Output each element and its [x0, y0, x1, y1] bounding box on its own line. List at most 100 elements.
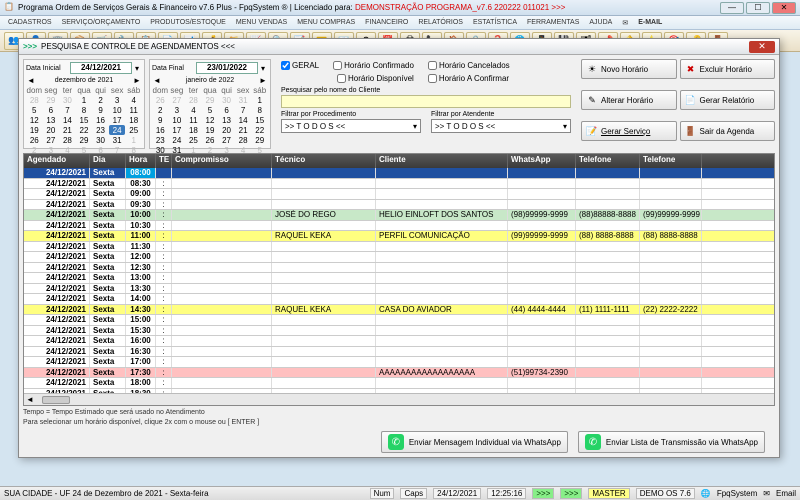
menu-vendas[interactable]: MENU VENDAS	[236, 19, 287, 26]
menu-ferramentas[interactable]: FERRAMENTAS	[527, 19, 579, 26]
email-icon[interactable]: ✉	[622, 19, 628, 27]
grid-body[interactable]: 24/12/2021Sexta08:0024/12/2021Sexta08:30…	[24, 168, 774, 393]
grid-row[interactable]: 24/12/2021Sexta12:30:	[24, 263, 774, 274]
col-hora[interactable]: Hora	[126, 154, 156, 168]
sun-icon: ☀	[586, 63, 598, 75]
grid-row[interactable]: 24/12/2021Sexta14:30:RAQUEL KEKACASA DO …	[24, 305, 774, 316]
status-demo: DEMO OS 7.6	[636, 488, 695, 499]
date-final-input[interactable]: 23/01/2022	[196, 62, 258, 74]
delete-schedule-button[interactable]: ✖Excluir Horário	[680, 59, 776, 79]
report-button[interactable]: 📄Gerar Relatório	[680, 90, 776, 110]
grid-row[interactable]: 24/12/2021Sexta15:30:	[24, 326, 774, 337]
col-compromisso[interactable]: Compromisso	[172, 154, 272, 168]
grid-row[interactable]: 24/12/2021Sexta13:00:	[24, 273, 774, 284]
prev-month-button[interactable]: ◄	[26, 76, 36, 85]
email-label[interactable]: E-MAIL	[638, 19, 662, 26]
maximize-button[interactable]: ☐	[746, 2, 770, 14]
col-cliente[interactable]: Cliente	[376, 154, 508, 168]
grid-row[interactable]: 24/12/2021Sexta16:30:	[24, 347, 774, 358]
scroll-thumb[interactable]	[42, 396, 70, 404]
arrows-icon: >>>	[23, 42, 37, 51]
date-initial-input[interactable]: 24/12/2021	[70, 62, 132, 74]
check-disponivel[interactable]: Horário Disponível	[337, 74, 414, 83]
filter-atend-combo[interactable]: >> T O D O S <<▾	[431, 119, 571, 133]
check-cancelados[interactable]: Horário Cancelados	[428, 61, 510, 70]
new-schedule-button[interactable]: ☀Novo Horário	[581, 59, 677, 79]
status-caps: Caps	[400, 488, 427, 499]
window-title: Programa Ordem de Serviços Gerais & Fina…	[18, 3, 720, 12]
dialog-title: PESQUISA E CONTROLE DE AGENDAMENTOS <<<	[41, 42, 749, 51]
filter-proc-combo[interactable]: >> T O D O S <<▾	[281, 119, 421, 133]
whatsapp-broadcast-button[interactable]: ✆Enviar Lista de Transmissão via WhatsAp…	[578, 431, 765, 453]
horizontal-scrollbar[interactable]: ◄	[24, 393, 774, 405]
close-button[interactable]: ✕	[772, 2, 796, 14]
next-month-button[interactable]: ►	[132, 76, 142, 85]
menu-produtos[interactable]: PRODUTOS/ESTOQUE	[150, 19, 226, 26]
grid-row[interactable]: 24/12/2021Sexta17:00:	[24, 357, 774, 368]
filter-atend-label: Filtrar por Atendente	[431, 111, 571, 118]
grid-row[interactable]: 24/12/2021Sexta09:00:	[24, 189, 774, 200]
calendar-grid-1[interactable]: domsegterquaquisexsáb2829301234567891011…	[26, 85, 142, 155]
check-aconfirmar[interactable]: Horário A Confirmar	[428, 74, 509, 83]
status-email[interactable]: Email	[776, 489, 796, 498]
col-tecnico[interactable]: Técnico	[272, 154, 376, 168]
action-buttons: ☀Novo Horário ✖Excluir Horário ✎Alterar …	[581, 59, 775, 149]
grid-row[interactable]: 24/12/2021Sexta12:00:	[24, 252, 774, 263]
grid-row[interactable]: 24/12/2021Sexta14:00:	[24, 294, 774, 305]
mail-icon[interactable]: ✉	[763, 489, 770, 498]
scroll-left-icon[interactable]: ◄	[26, 395, 34, 404]
filter-panel: GERAL Horário Confirmado Horário Cancela…	[275, 59, 577, 149]
schedule-dialog: >>> PESQUISA E CONTROLE DE AGENDAMENTOS …	[18, 38, 780, 458]
whatsapp-individual-button[interactable]: ✆Enviar Mensagem Individual via WhatsApp	[381, 431, 568, 453]
menu-relatorios[interactable]: RELATÓRIOS	[418, 19, 463, 26]
grid-row[interactable]: 24/12/2021Sexta18:00:	[24, 378, 774, 389]
next-month-button[interactable]: ►	[258, 76, 268, 85]
calendar-grid-2[interactable]: domsegterquaquisexsáb2627282930311234567…	[152, 85, 268, 155]
grid-row[interactable]: 24/12/2021Sexta10:00:JOSÉ DO REGOHELIO E…	[24, 210, 774, 221]
dialog-close-button[interactable]: ✕	[749, 41, 775, 53]
col-telefone1[interactable]: Telefone	[576, 154, 640, 168]
menu-cadastros[interactable]: CADASTROS	[8, 19, 52, 26]
globe-icon[interactable]: 🌐	[701, 489, 711, 498]
grid-row[interactable]: 24/12/2021Sexta09:30:	[24, 200, 774, 211]
col-telefone2[interactable]: Telefone	[640, 154, 702, 168]
grid-row[interactable]: 24/12/2021Sexta11:30:	[24, 242, 774, 253]
check-confirmado[interactable]: Horário Confirmado	[333, 61, 414, 70]
date-dropdown-icon[interactable]: ▾	[132, 64, 142, 73]
grid-row[interactable]: 24/12/2021Sexta13:30:	[24, 284, 774, 295]
date-dropdown-icon[interactable]: ▾	[258, 64, 268, 73]
check-geral[interactable]: GERAL	[281, 61, 319, 70]
edit-icon: ✎	[586, 94, 598, 106]
col-whatsapp[interactable]: WhatsApp	[508, 154, 576, 168]
menu-servico[interactable]: SERVIÇO/ORÇAMENTO	[62, 19, 141, 26]
month-label: janeiro de 2022	[162, 77, 258, 84]
grid-row[interactable]: 24/12/2021Sexta08:00	[24, 168, 774, 179]
menu-ajuda[interactable]: AJUDA	[589, 19, 612, 26]
col-te[interactable]: TE	[156, 154, 172, 168]
edit-schedule-button[interactable]: ✎Alterar Horário	[581, 90, 677, 110]
menu-financeiro[interactable]: FINANCEIRO	[365, 19, 408, 26]
search-input[interactable]	[281, 95, 571, 108]
col-agendado[interactable]: Agendado	[24, 154, 90, 168]
grid-row[interactable]: 24/12/2021Sexta11:00:RAQUEL KEKAPERFIL C…	[24, 231, 774, 242]
minimize-button[interactable]: —	[720, 2, 744, 14]
chevron-down-icon: ▾	[413, 122, 417, 131]
grid-row[interactable]: 24/12/2021Sexta15:00:	[24, 315, 774, 326]
filter-proc-label: Filtrar por Procedimento	[281, 111, 421, 118]
generate-service-button[interactable]: 📝Gerar Serviço	[581, 121, 677, 141]
grid-row[interactable]: 24/12/2021Sexta17:30:AAAAAAAAAAAAAAAAAA(…	[24, 368, 774, 379]
status-fpq[interactable]: FpqSystem	[717, 489, 757, 498]
grid-row[interactable]: 24/12/2021Sexta10:30:	[24, 221, 774, 232]
col-dia[interactable]: Dia	[90, 154, 126, 168]
status-indicator: >>>	[560, 488, 582, 499]
prev-month-button[interactable]: ◄	[152, 76, 162, 85]
status-num: Num	[370, 488, 395, 499]
grid-row[interactable]: 24/12/2021Sexta16:00:	[24, 336, 774, 347]
exit-button[interactable]: 🚪Sair da Agenda	[680, 121, 776, 141]
menu-estatistica[interactable]: ESTATÍSTICA	[473, 19, 517, 26]
main-menubar: CADASTROS SERVIÇO/ORÇAMENTO PRODUTOS/EST…	[0, 16, 800, 30]
date-initial-label: Data Inicial	[26, 65, 70, 72]
menu-compras[interactable]: MENU COMPRAS	[297, 19, 355, 26]
grid-row[interactable]: 24/12/2021Sexta08:30:	[24, 179, 774, 190]
schedule-grid: Agendado Dia Hora TE Compromisso Técnico…	[23, 153, 775, 406]
